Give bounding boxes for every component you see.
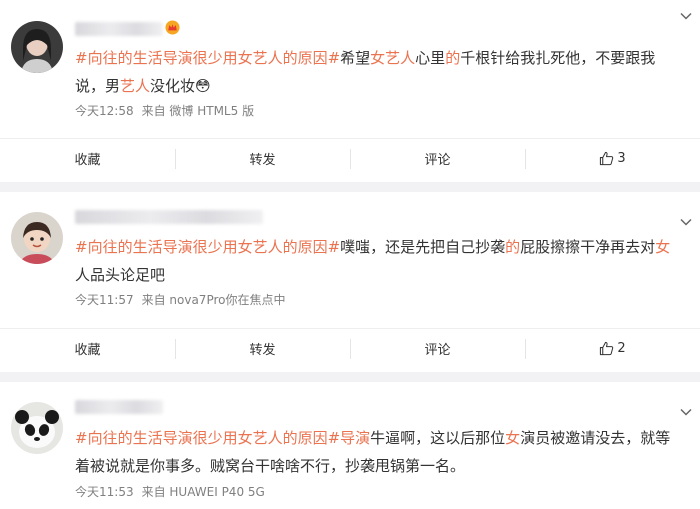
chevron-down-icon[interactable] bbox=[680, 408, 692, 416]
comment-feed: #向往的生活导演很少用女艺人的原因#希望女艺人心里的千根针给我扎死他，不要跟我说… bbox=[0, 0, 700, 509]
like-count: 2 bbox=[617, 341, 626, 356]
comment-button[interactable]: 评论 bbox=[350, 329, 525, 368]
comment-label: 评论 bbox=[424, 343, 451, 358]
collect-label: 收藏 bbox=[74, 153, 101, 168]
text-segment: 牛逼啊，这以后那位 bbox=[370, 429, 506, 447]
chevron-down-icon[interactable] bbox=[680, 218, 692, 226]
crown-icon bbox=[165, 20, 180, 35]
text-segment: 的 bbox=[445, 49, 461, 67]
topic-tag[interactable]: #向往的生活导演很少用女艺人的原因# bbox=[75, 238, 340, 256]
post-source: 来自 微博 HTML5 版 bbox=[141, 104, 255, 118]
action-bar: 收藏 转发 评论 2 bbox=[0, 328, 700, 368]
topic-tag[interactable]: #向往的生活导演很少用女艺人的原因# bbox=[75, 49, 340, 67]
post-time: 今天11:53 bbox=[75, 485, 134, 499]
collect-label: 收藏 bbox=[74, 343, 101, 358]
post-meta: 今天11:53 来自 HUAWEI P40 5G bbox=[75, 483, 273, 500]
comment-card: #向往的生活导演很少用女艺人的原因#噗嗤，还是先把自己抄袭的屁股擦擦干净再去对女… bbox=[0, 192, 700, 372]
text-segment: 人品头论足吧 bbox=[75, 266, 166, 284]
comment-text: #向往的生活导演很少用女艺人的原因#噗嗤，还是先把自己抄袭的屁股擦擦干净再去对女… bbox=[75, 233, 682, 289]
comment-label: 评论 bbox=[424, 153, 451, 168]
repost-label: 转发 bbox=[249, 153, 276, 168]
text-segment: 女 bbox=[505, 429, 521, 447]
text-segment: 导演 bbox=[340, 429, 371, 447]
text-segment: 噗嗤，还是先把自己抄袭 bbox=[340, 238, 506, 256]
post-meta: 今天11:57 来自 nova7Pro你在焦点中 bbox=[75, 291, 293, 308]
like-button[interactable]: 2 bbox=[525, 329, 700, 368]
repost-label: 转发 bbox=[249, 343, 276, 358]
repost-button[interactable]: 转发 bbox=[175, 139, 350, 178]
avatar[interactable] bbox=[11, 212, 63, 264]
text-segment: 艺人 bbox=[120, 77, 151, 95]
comment-button[interactable]: 评论 bbox=[350, 139, 525, 178]
thumbs-up-icon bbox=[600, 341, 614, 356]
post-time: 今天12:58 bbox=[75, 104, 134, 118]
comment-card: #向往的生活导演很少用女艺人的原因#导演牛逼啊，这以后那位女演员被邀请没去，就等… bbox=[0, 382, 700, 509]
thumbs-up-icon bbox=[600, 151, 614, 166]
repost-button[interactable]: 转发 bbox=[175, 329, 350, 368]
text-segment: 心里 bbox=[415, 49, 446, 67]
text-segment: 女 bbox=[655, 238, 671, 256]
text-segment: 希望 bbox=[340, 49, 371, 67]
username-blurred[interactable] bbox=[75, 400, 163, 414]
chevron-down-icon[interactable] bbox=[680, 12, 692, 20]
post-meta: 今天12:58 来自 微博 HTML5 版 bbox=[75, 102, 262, 119]
comment-text: #向往的生活导演很少用女艺人的原因#希望女艺人心里的千根针给我扎死他，不要跟我说… bbox=[75, 44, 682, 100]
action-bar: 收藏 转发 评论 3 bbox=[0, 138, 700, 178]
post-time: 今天11:57 bbox=[75, 293, 134, 307]
collect-button[interactable]: 收藏 bbox=[0, 139, 175, 178]
text-segment: 屁股擦擦干净再去对 bbox=[520, 238, 656, 256]
post-source: 来自 HUAWEI P40 5G bbox=[141, 485, 265, 499]
avatar[interactable] bbox=[11, 21, 63, 73]
topic-tag[interactable]: #向往的生活导演很少用女艺人的原因# bbox=[75, 429, 340, 447]
username-blurred[interactable] bbox=[75, 210, 263, 224]
text-segment: 的 bbox=[505, 238, 521, 256]
text-segment: 没化妆😳 bbox=[150, 77, 211, 95]
like-count: 3 bbox=[617, 151, 626, 166]
comment-card: #向往的生活导演很少用女艺人的原因#希望女艺人心里的千根针给我扎死他，不要跟我说… bbox=[0, 0, 700, 182]
collect-button[interactable]: 收藏 bbox=[0, 329, 175, 368]
post-source: 来自 nova7Pro你在焦点中 bbox=[141, 293, 286, 307]
username-blurred[interactable] bbox=[75, 22, 163, 36]
avatar[interactable] bbox=[11, 402, 63, 454]
text-segment: 女艺人 bbox=[370, 49, 416, 67]
comment-text: #向往的生活导演很少用女艺人的原因#导演牛逼啊，这以后那位女演员被邀请没去，就等… bbox=[75, 424, 682, 480]
like-button[interactable]: 3 bbox=[525, 139, 700, 178]
